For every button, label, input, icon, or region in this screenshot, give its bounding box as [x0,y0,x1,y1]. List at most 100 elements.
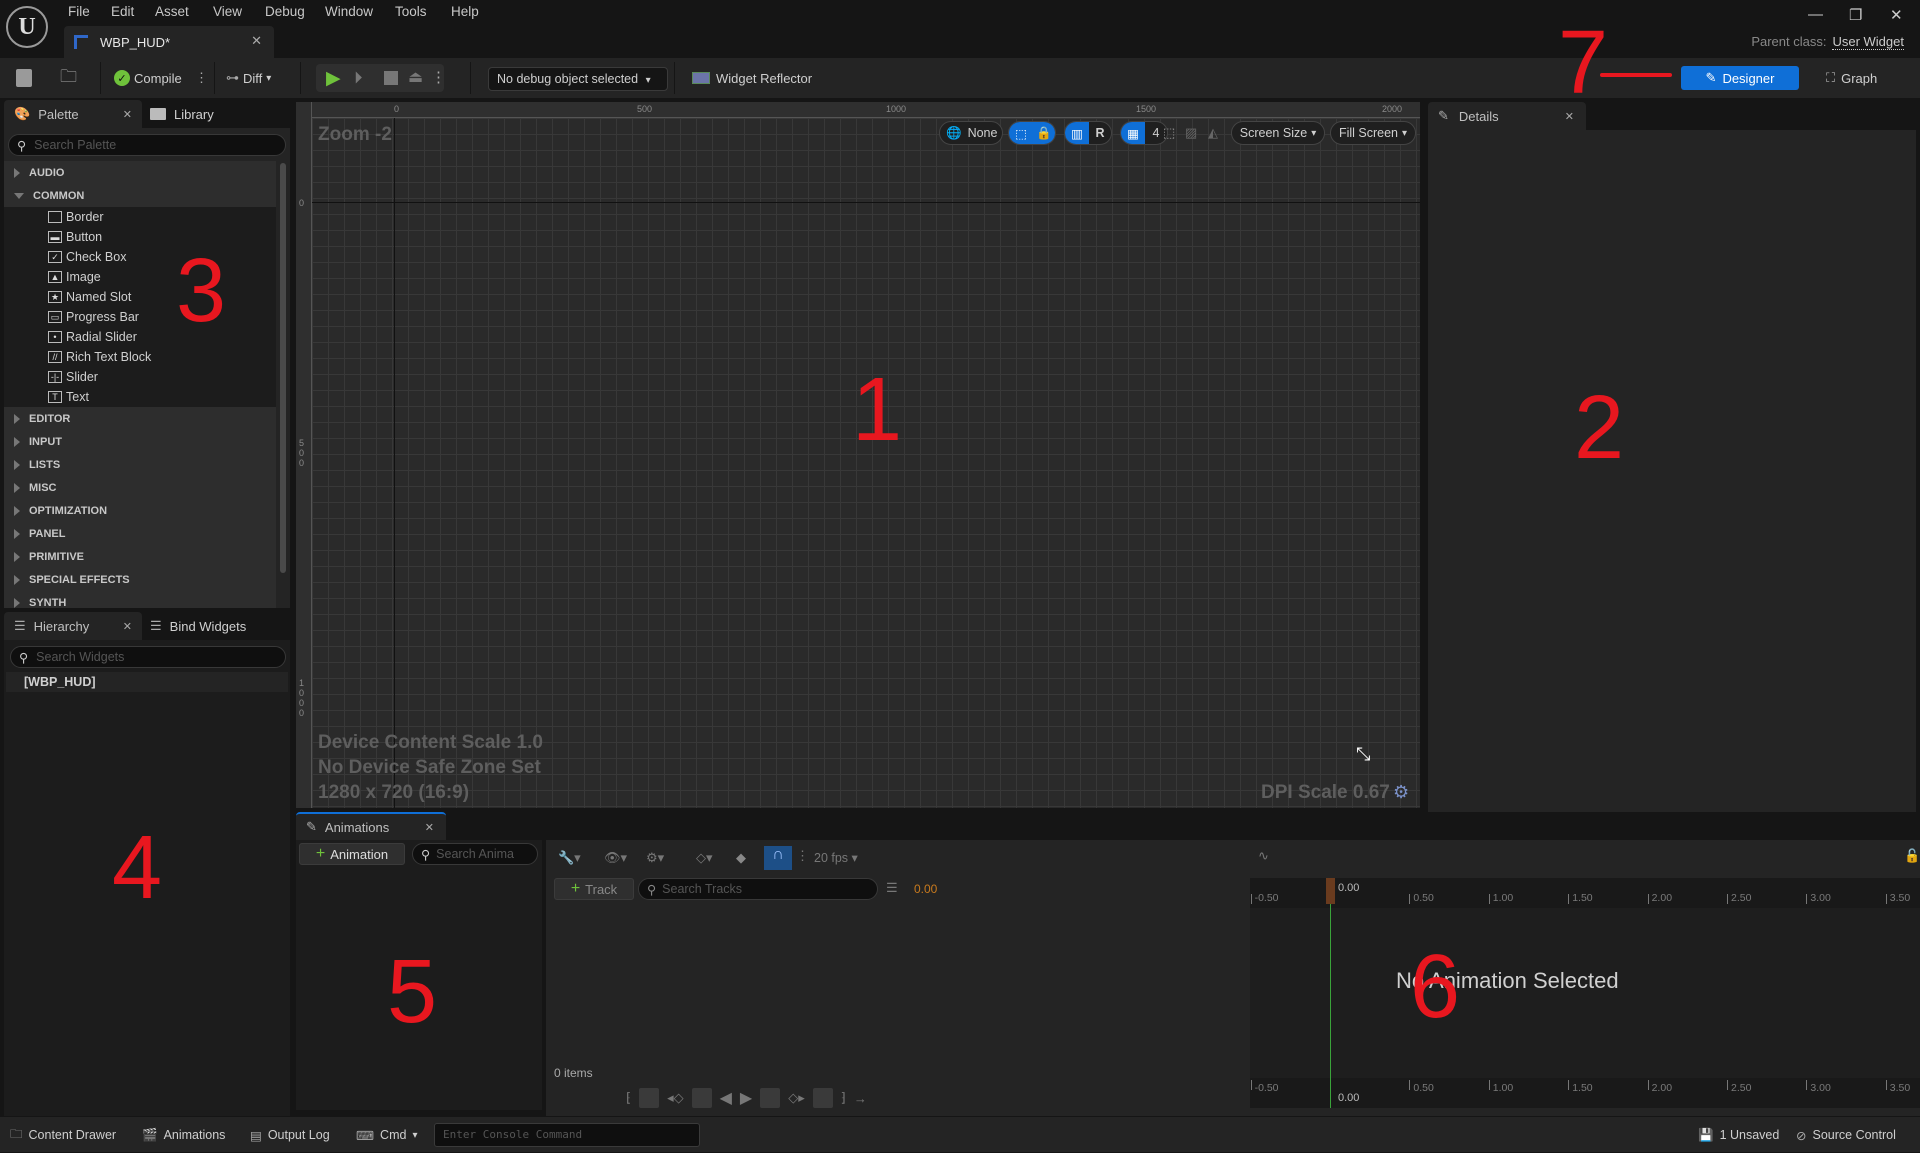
close-tab-icon[interactable]: ✕ [123,620,132,633]
fps-dropdown[interactable]: 20 fps ▾ [814,850,858,865]
track-search-input[interactable]: ⚲ Search Tracks [638,878,878,900]
grid-icon[interactable]: ▦ [1121,122,1145,144]
jump-to-start-icon[interactable]: ⁅ [626,1090,631,1106]
layout-mode-toggle[interactable]: ▥ [1065,122,1089,144]
widget-reflector-button[interactable]: Widget Reflector [692,58,812,98]
screen-size-dropdown[interactable]: Screen Size ▾ [1231,121,1325,145]
lock-toggle[interactable]: 🔒 [1033,122,1055,144]
background-image-icon[interactable]: ▨ [1185,125,1197,141]
palette-item[interactable]: -|- Slider [4,367,276,387]
jump-to-end-icon[interactable]: ⁆ [841,1090,846,1106]
visibility-icon[interactable]: 👁▾ [604,850,627,866]
minimize-button[interactable]: — [1808,6,1823,23]
palette-item[interactable]: ✓ Check Box [4,247,276,267]
transport-button[interactable] [812,1088,833,1108]
content-drawer-button[interactable]: 🗀 Content Drawer [10,1117,116,1153]
palette-category-audio[interactable]: AUDIO [4,161,276,184]
menu-edit[interactable]: Edit [111,4,134,19]
palette-item[interactable]: Border [4,207,276,227]
palette-item[interactable]: ▬ Button [4,227,276,247]
stop-icon[interactable] [384,71,398,85]
key-auto-icon[interactable]: ◆ [736,850,746,866]
palette-category-misc[interactable]: MISC [4,476,276,499]
close-tab-icon[interactable]: ✕ [425,821,434,834]
select-mode-icon[interactable]: ⬚ [1163,125,1175,141]
document-tab[interactable]: WBP_HUD* ✕ [64,26,274,58]
dpi-settings-gear-icon[interactable]: ⚙ [1393,782,1409,803]
timeline-area[interactable]: 0.00 0.00 No Animation Selected -0.50 0.5… [1250,878,1920,1108]
unsaved-button[interactable]: 💾 1 Unsaved [1698,1117,1779,1153]
menu-file[interactable]: File [68,4,90,19]
prev-key-icon[interactable]: ◂◇ [667,1090,684,1106]
palette-category-primitive[interactable]: PRIMITIVE [4,545,276,568]
transport-button[interactable] [760,1088,781,1108]
browse-button[interactable]: 🗀 [60,58,77,98]
playhead[interactable] [1330,878,1331,1108]
menu-tools[interactable]: Tools [395,4,427,19]
hierarchy-root-item[interactable]: [WBP_HUD] [6,672,288,692]
palette-item[interactable]: ▭ Progress Bar [4,307,276,327]
compile-button[interactable]: ✓ Compile [114,58,182,98]
palette-category-panel[interactable]: PANEL [4,522,276,545]
palette-search-input[interactable]: ⚲ Search Palette [8,134,286,156]
restore-button[interactable]: ❐ [1849,6,1862,24]
palette-item[interactable]: ▲ Image [4,267,276,287]
source-control-button[interactable]: ⊘ Source Control [1796,1117,1896,1153]
unreal-logo[interactable]: U [6,6,48,48]
key-diamond-icon[interactable]: ◇▾ [696,850,713,866]
debug-object-select[interactable]: No debug object selected ▾ [488,67,668,91]
r-toggle[interactable]: R [1089,126,1111,140]
add-track-button[interactable]: + Track [554,878,634,900]
play-options-icon[interactable]: ⋮ [431,68,446,86]
fill-screen-dropdown[interactable]: Fill Screen ▾ [1330,121,1416,145]
tab-hierarchy[interactable]: ☰ Hierarchy ✕ [4,612,142,640]
tab-bind-widgets[interactable]: ☰ Bind Widgets [150,612,246,640]
current-time-value[interactable]: 0.00 [914,882,937,896]
play-reverse-icon[interactable]: ◀ [720,1088,732,1108]
animation-search-input[interactable]: ⚲ Search Anima [412,843,538,865]
close-tab-icon[interactable]: ✕ [123,108,132,121]
close-window-button[interactable]: ✕ [1890,6,1903,24]
tab-palette[interactable]: 🎨 Palette ✕ [4,100,142,128]
snap-magnet-toggle[interactable]: ∩ [764,846,792,870]
eject-icon[interactable]: ⏏ [408,67,423,87]
palette-category-optimization[interactable]: OPTIMIZATION [4,499,276,522]
wrench-icon[interactable]: 🔧▾ [558,850,581,866]
palette-category-special-effects[interactable]: SPECIAL EFFECTS [4,568,276,591]
show-outline-toggle[interactable]: ⬚ [1009,122,1033,144]
palette-category-editor[interactable]: EDITOR [4,407,276,430]
parent-class-link[interactable]: User Widget [1832,34,1904,50]
loop-arrow-icon[interactable]: → [854,1091,867,1106]
playback-settings-icon[interactable]: ⚙▾ [646,850,664,866]
widget-search-input[interactable]: ⚲ Search Widgets [10,646,286,668]
tab-library[interactable]: Library [150,100,214,128]
menu-debug[interactable]: Debug [265,4,305,19]
menu-help[interactable]: Help [451,4,479,19]
palette-item[interactable]: ★ Named Slot [4,287,276,307]
designer-mode-button[interactable]: ✎ Designer [1681,66,1799,90]
filter-icon[interactable]: ☰ [886,880,898,896]
menu-window[interactable]: Window [325,4,373,19]
transport-button[interactable] [639,1088,660,1108]
close-tab-icon[interactable]: ✕ [251,33,262,49]
resize-arrows-icon[interactable]: ⤡ [1356,744,1370,765]
menu-view[interactable]: View [213,4,242,19]
transport-button[interactable] [691,1088,712,1108]
palette-category-common[interactable]: COMMON [4,184,276,207]
save-button[interactable] [16,58,32,98]
console-command-input[interactable]: Enter Console Command [434,1123,700,1147]
palette-category-input[interactable]: INPUT [4,430,276,453]
output-log-button[interactable]: ▤ Output Log [250,1117,330,1153]
step-icon[interactable]: ⏵ [354,68,363,88]
palette-category-lists[interactable]: LISTS [4,453,276,476]
compile-options-button[interactable]: ⋮ [195,58,208,98]
unlock-icon[interactable]: 🔓 [1904,848,1920,864]
menu-asset[interactable]: Asset [155,4,189,19]
next-key-icon[interactable]: ◇▸ [788,1090,805,1106]
snap-options-icon[interactable]: ⋮ [796,848,809,864]
animations-drawer-button[interactable]: 🎬 Animations [142,1117,225,1153]
play-icon[interactable]: ▶ [326,67,341,90]
world-preview-selector[interactable]: 🌐 None [939,121,1003,145]
playhead-handle[interactable] [1326,878,1335,904]
diff-button[interactable]: ⊶ Diff ▾ [226,58,271,98]
